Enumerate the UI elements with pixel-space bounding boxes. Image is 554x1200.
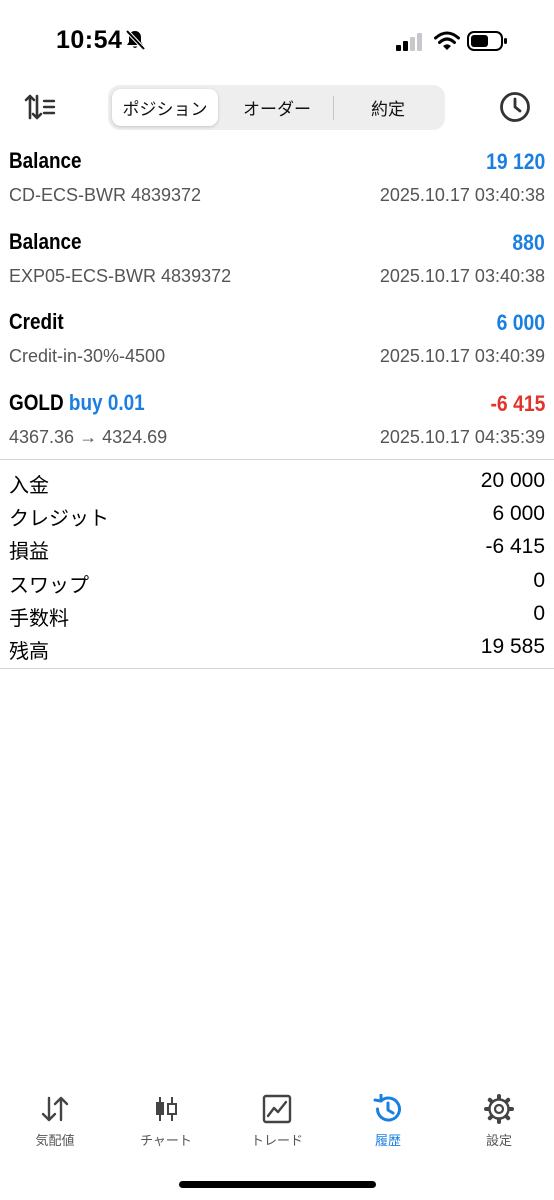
deal-title: Balance <box>9 228 82 254</box>
toolbar: ポジション オーダー 約定 <box>0 84 554 130</box>
summary-row-deposit: 入金 20 000 <box>0 467 554 500</box>
deal-row[interactable]: Balance 880 EXP05-ECS-BWR 4839372 2025.1… <box>0 223 554 304</box>
bell-slash-icon <box>125 29 146 51</box>
clock-icon[interactable] <box>498 90 532 124</box>
deal-comment: Credit-in-30%-4500 <box>9 346 166 366</box>
status-bar: 10:54 <box>0 0 554 80</box>
deal-amount: -6 415 <box>490 390 545 416</box>
summary-value: 0 <box>533 601 545 625</box>
tab-label: 履歴 <box>374 1133 401 1148</box>
deal-row[interactable]: Credit 6 000 Credit-in-30%-4500 2025.10.… <box>0 303 554 384</box>
summary-label: 手数料 <box>9 607 69 630</box>
tab-quotes[interactable]: 気配値 <box>0 1090 110 1156</box>
segment-divider <box>333 96 334 120</box>
summary-row-balance: 残高 19 585 <box>0 633 554 666</box>
trade-chart-icon <box>262 1094 292 1124</box>
deal-time: 2025.10.17 03:40:39 <box>379 346 545 366</box>
tab-label: トレード <box>250 1133 303 1148</box>
tab-label: 気配値 <box>35 1133 75 1148</box>
deal-row[interactable]: Balance 19 120 CD-ECS-BWR 4839372 2025.1… <box>0 142 554 223</box>
deals-list: Balance 19 120 CD-ECS-BWR 4839372 2025.1… <box>0 142 554 464</box>
summary-row-swap: スワップ 0 <box>0 567 554 600</box>
divider <box>0 668 554 669</box>
summary-list: 入金 20 000 クレジット 6 000 損益 -6 415 スワップ 0 手… <box>0 467 554 666</box>
deal-prices: 4367.36 → 4324.69 <box>9 426 168 447</box>
battery-icon <box>467 31 507 51</box>
deal-title: GOLD buy 0.01 <box>9 390 145 416</box>
summary-label: クレジット <box>9 508 109 531</box>
summary-value: 6 000 <box>492 502 545 526</box>
quotes-arrows-icon <box>41 1096 69 1122</box>
tab-trade[interactable]: トレード <box>222 1090 332 1156</box>
summary-row-profit: 損益 -6 415 <box>0 533 554 566</box>
deal-comment: CD-ECS-BWR 4839372 <box>9 185 202 205</box>
deal-amount: 6 000 <box>496 310 545 335</box>
candlestick-chart-icon <box>156 1097 177 1121</box>
home-indicator <box>179 1181 376 1188</box>
tab-history[interactable]: 履歴 <box>333 1090 443 1156</box>
history-segmented-control: ポジション オーダー 約定 <box>108 85 445 130</box>
sort-icon[interactable] <box>24 92 56 122</box>
segment-positions[interactable]: ポジション <box>112 89 218 126</box>
summary-value: 0 <box>533 568 545 592</box>
summary-value: -6 415 <box>485 535 545 559</box>
summary-label: 損益 <box>9 541 49 564</box>
summary-value: 19 585 <box>480 634 545 658</box>
summary-label: スワップ <box>9 574 89 597</box>
deal-side: buy 0.01 <box>68 389 145 415</box>
deal-time: 2025.10.17 03:40:38 <box>379 265 545 286</box>
deal-comment: EXP05-ECS-BWR 4839372 <box>9 265 232 286</box>
deal-title: Balance <box>9 148 82 173</box>
segment-deals[interactable]: 約定 <box>335 89 441 126</box>
tab-settings[interactable]: 設定 <box>444 1090 554 1156</box>
summary-row-commission: 手数料 0 <box>0 600 554 633</box>
deal-amount: 880 <box>512 229 545 255</box>
summary-label: 入金 <box>9 475 49 497</box>
deal-time: 2025.10.17 03:40:38 <box>379 185 545 205</box>
summary-label: 残高 <box>9 640 49 663</box>
gear-icon <box>484 1094 514 1124</box>
tab-chart[interactable]: チャート <box>111 1090 221 1156</box>
cellular-signal-icon <box>396 33 422 51</box>
summary-value: 20 000 <box>480 469 545 492</box>
deal-title: Credit <box>9 309 64 334</box>
wifi-icon <box>434 31 460 50</box>
segment-orders[interactable]: オーダー <box>222 89 332 126</box>
tab-label: チャート <box>140 1133 192 1148</box>
history-icon <box>373 1094 401 1122</box>
deal-amount: 19 120 <box>485 149 545 174</box>
deal-symbol: GOLD <box>9 389 64 415</box>
summary-row-credit: クレジット 6 000 <box>0 500 554 533</box>
deal-time: 2025.10.17 04:35:39 <box>379 426 545 447</box>
deal-row[interactable]: GOLD buy 0.01 -6 415 4367.36 → 4324.69 2… <box>0 384 554 465</box>
status-time: 10:54 <box>56 26 123 54</box>
tab-label: 設定 <box>485 1133 512 1148</box>
divider <box>0 459 554 460</box>
tab-bar: 気配値 チャート トレード 履歴 設定 <box>0 1090 554 1160</box>
